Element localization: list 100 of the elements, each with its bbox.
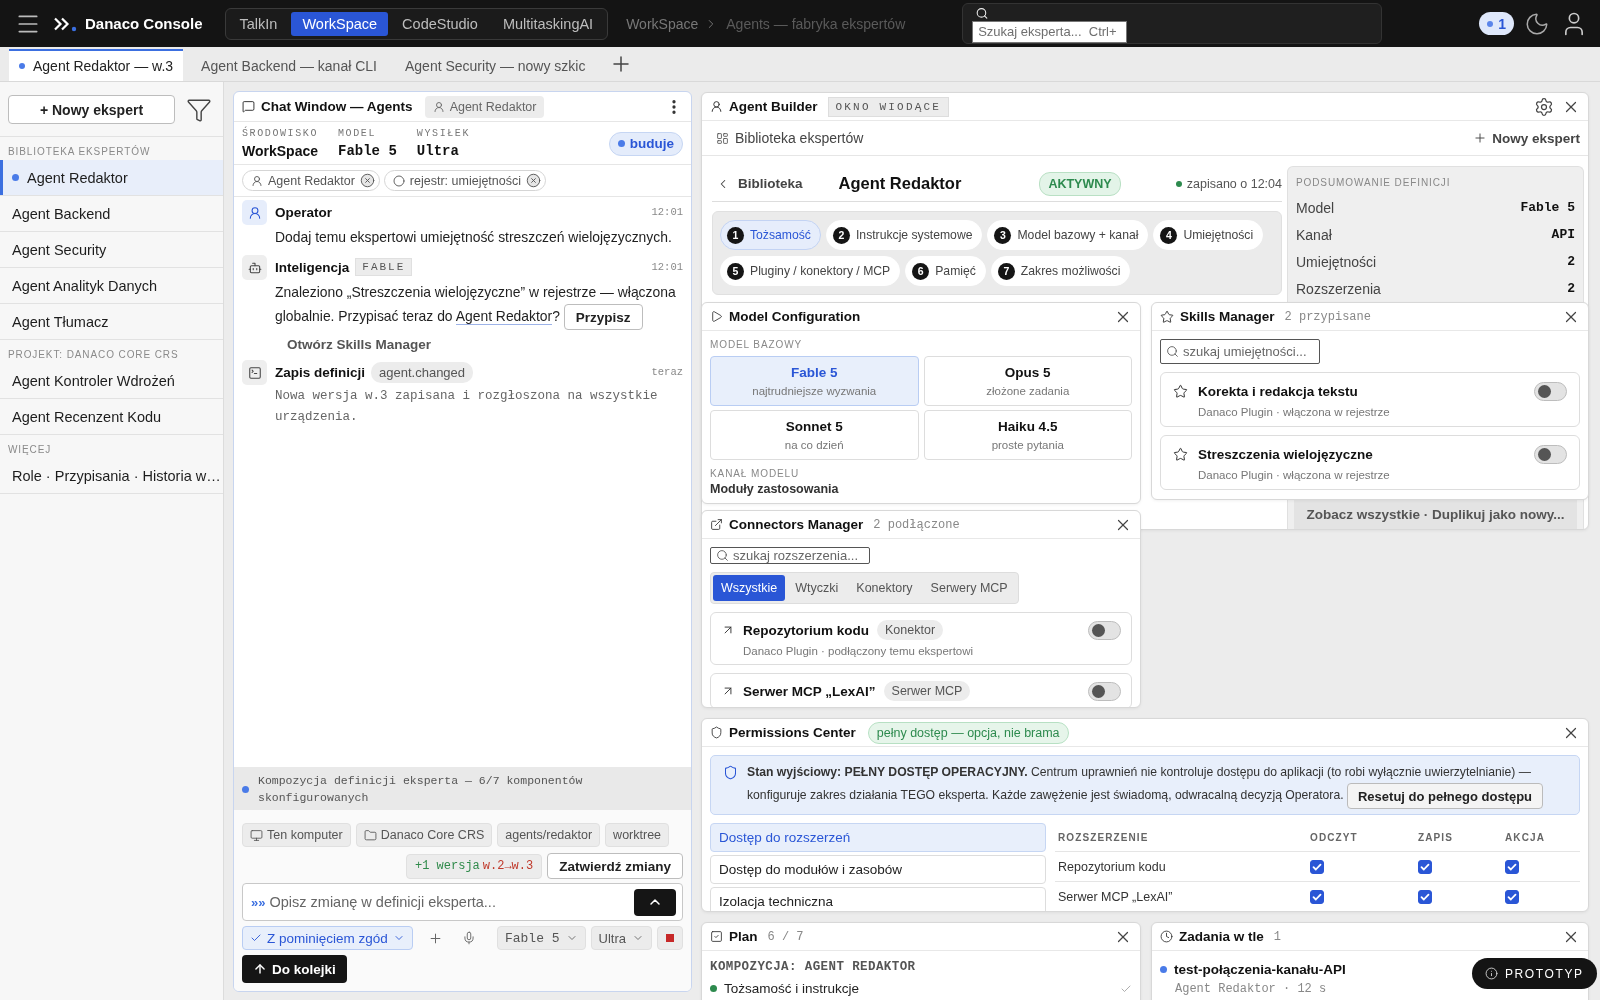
summary-actions-link[interactable]: Zobacz wszystkie · Duplikuj jako nowy...	[1294, 500, 1577, 529]
step-tab[interactable]: 6 Pamięć	[905, 256, 986, 286]
effort-select[interactable]: Ultra	[590, 926, 652, 950]
toggle-switch[interactable]	[1534, 445, 1567, 464]
message-author: Zapis definicji	[275, 364, 366, 380]
context-chip[interactable]: Agent Redaktor	[242, 170, 380, 191]
status-badge: AKTYWNY	[1039, 171, 1121, 196]
document-tab[interactable]: Agent Security — nowy szkic	[394, 49, 596, 81]
app-tab[interactable]: WorkSpace	[291, 11, 389, 36]
sidebar-item[interactable]: Agent Tłumacz	[0, 304, 223, 340]
stop-button[interactable]	[657, 926, 683, 950]
filter-tab[interactable]: Serwery MCP	[922, 575, 1016, 601]
sidebar-item[interactable]: Agent Redaktor	[0, 160, 223, 196]
assign-button[interactable]: Przypisz	[563, 304, 643, 331]
active-dot-icon	[12, 174, 19, 181]
table-cell-text: Serwer MCP „LexAI”	[1058, 889, 1174, 904]
context-chip[interactable]: rejestr: umiejętności	[383, 170, 546, 191]
search-icon	[975, 7, 990, 20]
filter-tab[interactable]: Konektory	[848, 575, 921, 601]
sidebar-item[interactable]: Agent Recenzent Kodu	[0, 399, 223, 435]
sidebar-item[interactable]: Agent Backend	[0, 196, 223, 232]
permission-mode-select[interactable]: Z pominięciem zgód	[242, 926, 413, 950]
model-option[interactable]: Fable 5 najtrudniejsze wyzwania	[710, 356, 919, 406]
summary-value: 2	[1567, 281, 1575, 296]
library-link[interactable]: Biblioteka ekspertów	[735, 130, 864, 146]
app-tab[interactable]: MultitaskingAI	[491, 11, 605, 36]
open-skills-manager-link[interactable]: Otwórz Skills Manager	[287, 337, 432, 353]
section-tab[interactable]: Izolacja techniczna	[710, 887, 1046, 911]
toggle-switch[interactable]	[1088, 681, 1121, 701]
step-tab[interactable]: 5 Pluginy / konektory / MCP	[720, 256, 901, 286]
toggle-switch[interactable]	[1534, 382, 1567, 401]
toggle-switch[interactable]	[1088, 620, 1121, 640]
queue-button[interactable]: Do kolejki	[242, 955, 347, 983]
scope-chip[interactable]: worktree	[605, 823, 670, 847]
section-tab[interactable]: Dostęp do modułów i zasobów	[710, 855, 1046, 884]
message-field[interactable]: »» Opisz zmianę w definicji eksperta...	[242, 883, 683, 921]
message-time: 12:01	[651, 261, 683, 273]
scope-chip[interactable]: agents/redaktor	[497, 823, 601, 847]
checkbox[interactable]	[1310, 889, 1324, 904]
microphone-icon[interactable]	[461, 931, 476, 945]
summary-label: Rozszerzenia	[1296, 280, 1381, 297]
step-tab[interactable]: 4 Umiejętności	[1153, 220, 1264, 250]
remove-icon[interactable]	[359, 173, 375, 188]
message-input[interactable]: Opisz zmianę w definicji eksperta...	[269, 892, 630, 912]
checkbox[interactable]	[1310, 859, 1324, 874]
scope-chip[interactable]: Ten komputer	[242, 823, 351, 847]
search-icon	[1166, 345, 1179, 358]
summary-value: 2	[1567, 254, 1575, 269]
model-select[interactable]: Fable 5	[496, 926, 586, 950]
step-tab[interactable]: 7 Zakres możliwości	[990, 256, 1131, 286]
agent-link[interactable]: Agent Redaktor	[455, 308, 553, 325]
star-icon	[1160, 309, 1174, 324]
commit-button[interactable]: Zatwierdź zmiany	[547, 853, 683, 879]
chat-bubble-icon	[242, 100, 255, 113]
filter-tab[interactable]: Wszystkie	[713, 575, 786, 601]
model-option[interactable]: Opus 5 złożone zadania	[923, 356, 1132, 406]
new-expert-button[interactable]: Nowy ekspert	[1473, 130, 1580, 146]
reset-button[interactable]: Resetuj do pełnego dostępu	[1347, 783, 1544, 809]
checkbox[interactable]	[1418, 859, 1432, 874]
plus-icon[interactable]	[427, 930, 443, 946]
breadcrumb-link[interactable]: WorkSpace	[626, 15, 699, 32]
search-field[interactable]: Szukaj eksperta... Ctrl+	[972, 20, 1128, 43]
agent-chip[interactable]: Agent Redaktor	[424, 95, 545, 118]
star-icon	[1173, 384, 1188, 399]
sidebar-item[interactable]: Agent Analityk Danych	[0, 268, 223, 304]
app-tab[interactable]: TalkIn	[228, 11, 289, 36]
step-tab[interactable]: 1 Tożsamość	[720, 220, 821, 250]
settings-icon[interactable]	[1534, 96, 1554, 117]
access-badge: pełny dostęp — opcja, nie brama	[867, 721, 1069, 744]
search-field[interactable]: szukaj rozszerzenia...	[710, 547, 870, 564]
sidebar-item[interactable]: Agent Kontroler Wdrożeń	[0, 363, 223, 399]
search-field[interactable]: szukaj umiejętności...	[1160, 339, 1320, 364]
sidebar-item[interactable]: Agent Security	[0, 232, 223, 268]
step-tab[interactable]: 3 Model bazowy + kanał	[987, 220, 1149, 250]
status-text: buduje	[629, 136, 674, 151]
new-expert-button[interactable]: + Nowy ekspert	[8, 95, 175, 124]
section-tab[interactable]: Dostęp do rozszerzeń	[710, 823, 1046, 852]
prompt-marker: »»	[251, 894, 266, 910]
plan-heading: KOMPOZYCJA: AGENT REDAKTOR	[709, 959, 917, 974]
filter-tab[interactable]: Wtyczki	[787, 575, 847, 601]
composition-note: Kompozycja definicji eksperta — 6/7 komponentów skonfigurowanych	[258, 773, 584, 806]
model-option[interactable]: Haiku 4.5 proste pytania	[923, 410, 1132, 460]
document-tab[interactable]: Agent Backend — kanał CLI	[191, 49, 387, 81]
sidebar-item[interactable]: Role · Przypisania · Historia w…	[0, 458, 223, 494]
app-tab[interactable]: CodeStudio	[391, 11, 489, 36]
column-header: ROZSZERZENIE	[1058, 831, 1150, 843]
send-button[interactable]	[634, 888, 676, 916]
column-header: ZAPIS	[1418, 831, 1454, 843]
notification-button[interactable]: 1	[1479, 12, 1514, 35]
scope-chip[interactable]: Danaco Core CRS	[355, 823, 493, 847]
checkbox[interactable]	[1505, 889, 1519, 904]
step-tab[interactable]: 2 Instrukcje systemowe	[825, 220, 983, 250]
model-option[interactable]: Sonnet 5 na co dzień	[710, 410, 919, 460]
back-link[interactable]: Biblioteka	[716, 176, 803, 191]
section-title: PROJEKT: DANACO CORE CRS	[7, 348, 180, 362]
remove-icon[interactable]	[526, 173, 541, 188]
checkbox[interactable]	[1418, 889, 1432, 904]
document-tab[interactable]: Agent Redaktor — w.3	[9, 49, 184, 81]
checkbox[interactable]	[1505, 859, 1519, 874]
prototype-label: PROTOTYP	[1505, 966, 1584, 981]
